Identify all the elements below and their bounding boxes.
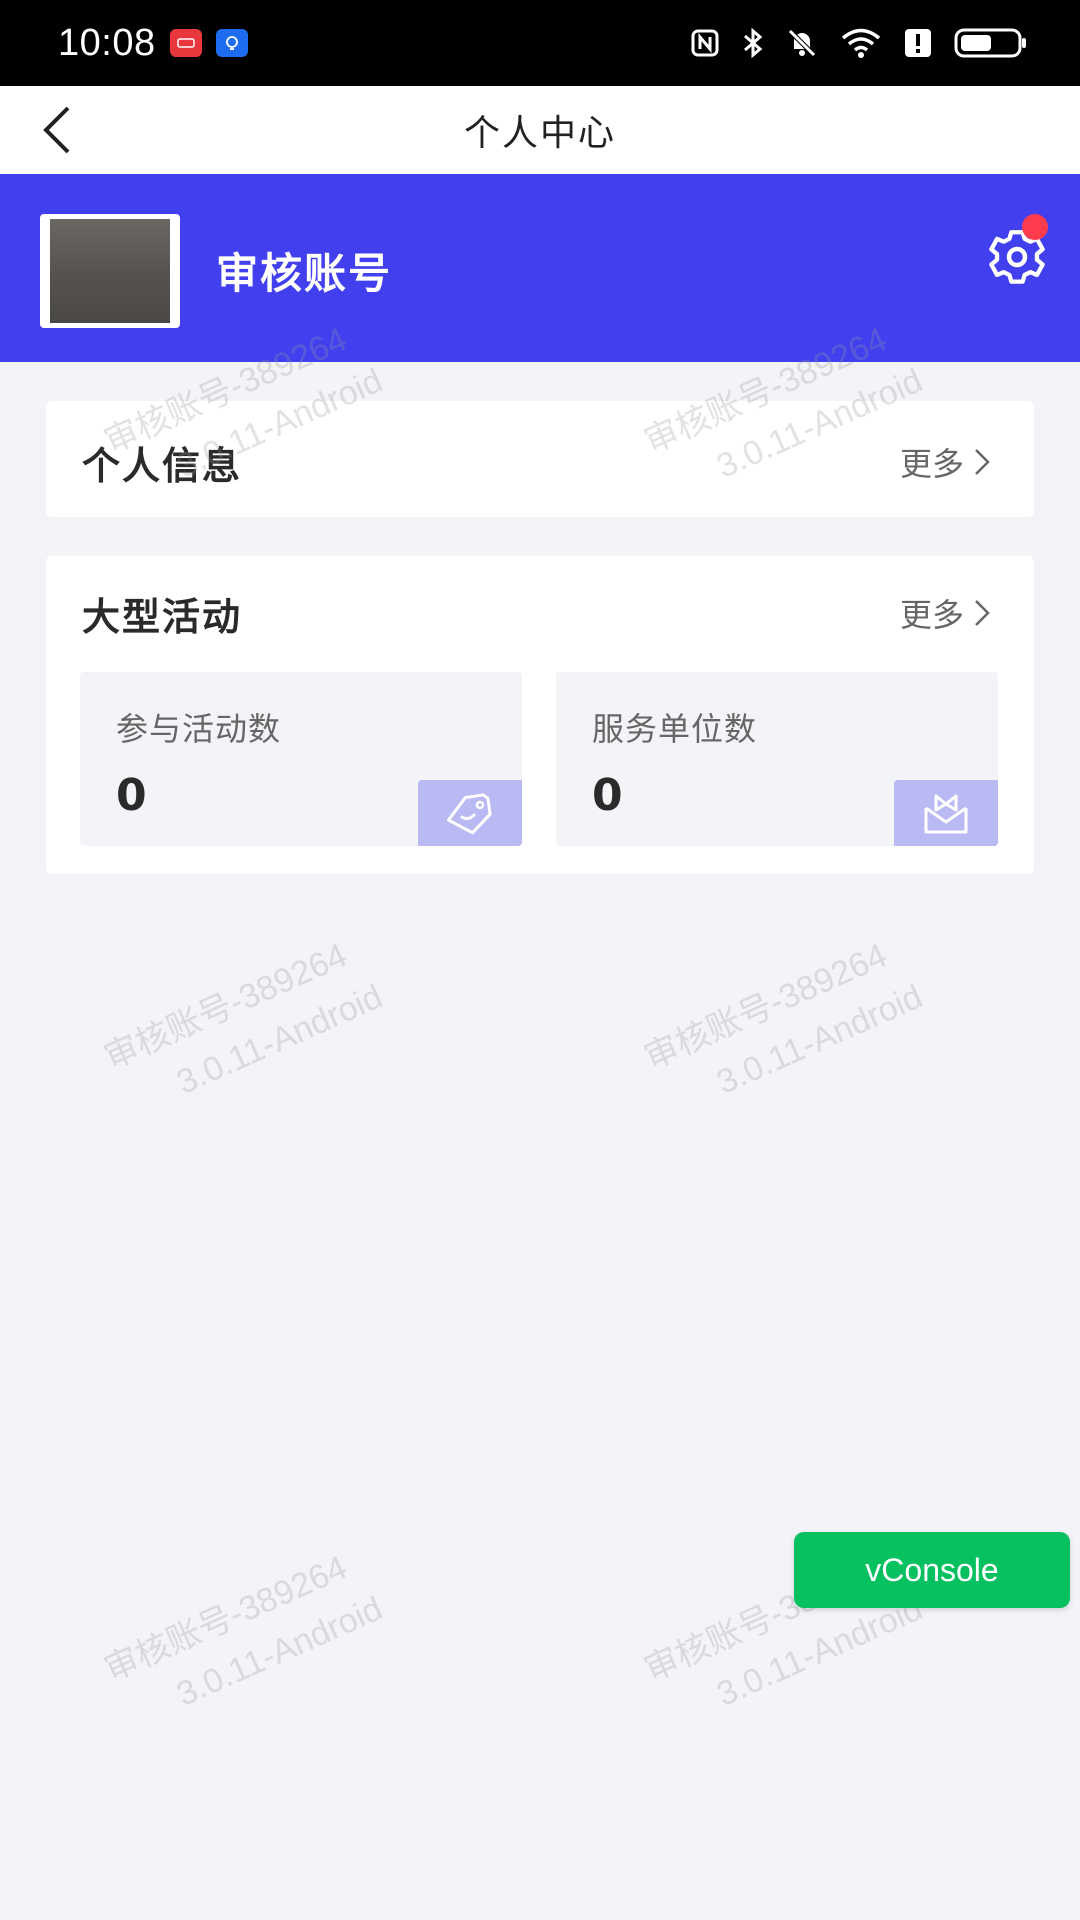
watermark-line1: 审核账号-389264 [98,1548,353,1690]
account-name: 审核账号 [216,249,393,298]
chevron-right-icon [975,449,990,475]
stat-value: 0 [592,770,623,821]
activities-more-link[interactable]: 更多 [900,590,992,636]
nfc-icon [690,28,720,58]
battery-icon [954,27,1028,59]
tag-icon [446,793,492,835]
large-activities-card: 大型活动 更多 参与活动数 0 服务单位数 0 [46,556,1034,874]
watermark-line2: 3.0.11-Android [171,1589,389,1714]
activities-title: 大型活动 [82,595,243,639]
bulb-notification-icon [215,29,248,57]
watermark: 审核账号-389264 3.0.11-Android [636,924,931,1131]
back-button[interactable] [28,100,88,160]
page-title: 个人中心 [463,113,616,154]
mute-icon [786,27,818,59]
service-units-stat[interactable]: 服务单位数 0 [556,672,998,846]
app-notification-icon [169,29,202,57]
watermark-line1: 审核账号-389264 [98,936,353,1078]
nav-bar: 个人中心 [0,86,1080,174]
personal-info-more-link[interactable]: 更多 [900,439,992,485]
status-left: 10:08 [58,22,248,65]
personal-info-card[interactable]: 个人信息 更多 [46,401,1034,517]
watermark-line2: 3.0.11-Android [171,977,389,1102]
profile-banner: 审核账号 [0,174,1080,362]
more-label: 更多 [899,445,964,483]
status-time: 10:08 [58,21,156,64]
stat-icon-box [418,780,522,846]
participated-activities-stat[interactable]: 参与活动数 0 [80,672,522,846]
watermark: 审核账号-389264 3.0.11-Android [96,924,391,1131]
avatar[interactable] [40,214,180,328]
gift-icon [924,794,968,834]
bluetooth-icon [742,27,764,59]
notification-badge [1022,214,1048,240]
status-bar: 10:08 [0,0,1080,86]
watermark-line2: 3.0.11-Android [711,977,929,1102]
personal-info-title: 个人信息 [82,444,243,488]
settings-button[interactable] [982,214,1052,288]
avatar-image [50,219,170,323]
watermark-line1: 审核账号-389264 [638,936,893,1078]
stat-icon-box [894,780,998,846]
wifi-icon [840,27,882,59]
stat-label: 服务单位数 [592,710,758,748]
stat-value: 0 [116,770,147,821]
more-label: 更多 [899,596,964,634]
status-right [690,27,1028,59]
vconsole-button[interactable]: vConsole [794,1532,1070,1608]
watermark: 审核账号-389264 3.0.11-Android [96,1536,391,1743]
alert-icon [904,28,932,58]
stat-label: 参与活动数 [116,710,282,748]
chevron-right-icon [975,600,990,626]
chevron-left-icon [43,106,70,154]
